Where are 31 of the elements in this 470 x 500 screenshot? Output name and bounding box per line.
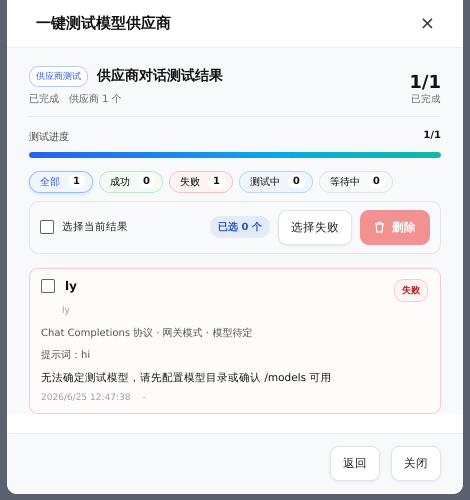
filter-chip[interactable]: 全部 1 bbox=[29, 170, 93, 193]
completed-count: 1/1 bbox=[409, 72, 441, 93]
error-message: 无法确定测试模型，请先配置模型目录或确认 /models 可用 bbox=[41, 370, 332, 385]
status-badge: 失败 bbox=[394, 278, 428, 302]
provider-count: 供应商 1 个 bbox=[69, 92, 122, 106]
trash-icon bbox=[374, 221, 385, 234]
footer-button[interactable]: 返回 bbox=[330, 446, 380, 482]
footer-button[interactable]: 关闭 bbox=[391, 446, 441, 482]
dialog-title: 一键测试模型供应商 bbox=[36, 14, 171, 33]
duration: - bbox=[142, 392, 146, 403]
status-text: 已完成 bbox=[29, 92, 59, 106]
timestamp: 2026/6/25 12:47:38 bbox=[41, 392, 130, 403]
progress-label: 测试进度 bbox=[29, 130, 69, 144]
filter-chip[interactable]: 失败 1 bbox=[168, 170, 233, 193]
selected-count: 已选 0 个 bbox=[210, 216, 270, 238]
category-tag: 供应商测试 bbox=[29, 66, 88, 87]
filter-chip[interactable]: 测试中 0 bbox=[238, 170, 313, 193]
prompt-text: 提示词：hi bbox=[41, 348, 92, 362]
close-button[interactable]: × bbox=[420, 12, 435, 34]
filter-chip[interactable]: 等待中 0 bbox=[318, 170, 393, 193]
checkbox-label: 选择当前结果 bbox=[62, 220, 129, 234]
model-subtitle: ly bbox=[62, 306, 71, 316]
select-failed-button[interactable]: 选择失败 bbox=[278, 210, 352, 245]
filter-chip[interactable]: 成功 0 bbox=[98, 170, 163, 193]
result-title: 供应商对话测试结果 bbox=[97, 67, 223, 86]
completed-label: 已完成 bbox=[411, 92, 441, 106]
checkbox[interactable] bbox=[40, 220, 54, 234]
checkbox[interactable] bbox=[41, 278, 55, 293]
model-name: ly bbox=[65, 278, 78, 293]
protocol-info: Chat Completions 协议 · 网关模式 · 模型待定 bbox=[41, 326, 254, 340]
progress-value: 1/1 bbox=[423, 130, 441, 143]
